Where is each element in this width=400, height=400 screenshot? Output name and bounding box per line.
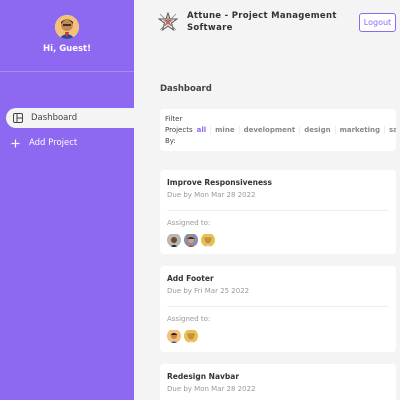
assigned-label: Assigned to: <box>167 219 211 227</box>
project-card[interactable]: Improve Responsiveness Due by Mon Mar 28… <box>160 170 396 254</box>
divider <box>167 210 389 211</box>
project-due-date: Due by Mon Mar 28 2022 <box>167 385 256 393</box>
project-title: Redesign Navbar <box>167 372 240 381</box>
greeting: Hi, Guest! <box>42 44 91 54</box>
app-title: Attune - Project Management Software <box>187 11 337 33</box>
filter-label: Filter Projects By: <box>165 114 193 145</box>
divider <box>167 306 389 307</box>
sidebar-item-dashboard[interactable]: Dashboard <box>6 108 134 128</box>
plus-icon <box>10 138 21 149</box>
project-title: Add Footer <box>167 274 214 283</box>
logout-button[interactable]: Logout <box>359 13 396 32</box>
project-card[interactable]: Redesign Navbar Due by Mon Mar 28 2022 <box>160 364 396 400</box>
project-title: Improve Responsiveness <box>167 178 272 187</box>
filter-option-development[interactable]: development <box>238 126 300 134</box>
sidebar-item-label: Dashboard <box>31 113 78 123</box>
sidebar-item-add-project[interactable]: Add Project <box>0 133 134 153</box>
project-card[interactable]: Add Footer Due by Fri Mar 25 2022 Assign… <box>160 266 396 352</box>
project-due-date: Due by Fri Mar 25 2022 <box>167 287 250 295</box>
assignee-avatar <box>167 233 181 247</box>
header: Attune - Project Management Software Log… <box>134 0 400 50</box>
assignee-avatar <box>184 329 198 343</box>
project-filter: Filter Projects By: all mine development… <box>160 109 396 151</box>
star-logo-icon <box>157 11 179 32</box>
filter-option-design[interactable]: design <box>299 126 334 134</box>
filter-option-mine[interactable]: mine <box>210 126 238 134</box>
assignee-avatar <box>167 329 181 343</box>
assignee-list <box>167 233 389 247</box>
page-title: Dashboard <box>160 84 212 94</box>
assignee-avatar <box>201 233 215 247</box>
assignee-list <box>167 329 389 343</box>
dashboard-icon <box>12 113 23 124</box>
sidebar-nav: Dashboard Add Project <box>0 108 134 153</box>
project-due-date: Due by Mon Mar 28 2022 <box>167 191 256 199</box>
user-avatar-icon <box>55 15 79 39</box>
assignee-avatar <box>184 233 198 247</box>
filter-option-marketing[interactable]: marketing <box>334 126 384 134</box>
assigned-label: Assigned to: <box>167 315 211 323</box>
sidebar: Hi, Guest! Dashboard Add Project <box>0 0 134 400</box>
sidebar-item-label: Add Project <box>29 138 78 148</box>
filter-option-sales[interactable]: sales <box>384 126 396 134</box>
filter-option-all[interactable]: all <box>193 126 211 134</box>
user-block: Hi, Guest! <box>0 0 134 72</box>
